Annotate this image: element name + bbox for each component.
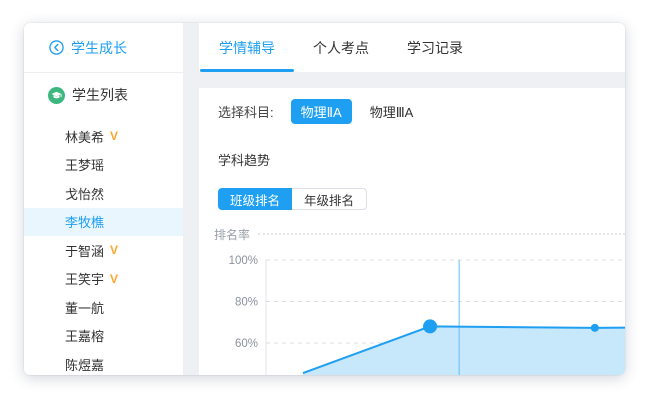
subject-select-label: 选择科目: bbox=[218, 102, 274, 121]
student-name: 董一航 bbox=[65, 298, 104, 317]
subject-chip[interactable]: 物理ⅢA bbox=[364, 99, 420, 124]
student-list-item[interactable]: 董一航 bbox=[24, 293, 183, 322]
rank-toggle-button[interactable]: 年级排名 bbox=[292, 188, 367, 210]
tab-item[interactable]: 学习记录 bbox=[388, 23, 482, 72]
subject-chip-selected[interactable]: 物理ⅡA bbox=[291, 99, 352, 124]
tab-bar: 学情辅导个人考点学习记录 bbox=[199, 23, 625, 72]
svg-text:60%: 60% bbox=[235, 338, 258, 350]
student-list-item[interactable]: 戈怡然 bbox=[24, 179, 183, 208]
rank-toggle-group: 班级排名年级排名 bbox=[218, 188, 625, 210]
dotted-rule bbox=[258, 233, 625, 235]
vip-badge: V bbox=[110, 243, 118, 257]
tab-item[interactable]: 学情辅导 bbox=[200, 23, 294, 72]
chart-ylabel-row: 排名率 bbox=[214, 228, 625, 240]
student-list-item[interactable]: 王嘉榕 bbox=[24, 322, 183, 351]
vip-badge: V bbox=[110, 129, 118, 143]
sidebar: 学生成长 学生列表 林美希 V 王梦瑶戈怡然李牧樵于智涵 V 王笑宇 V 董一航王嘉榕陈煜嘉 bbox=[24, 23, 183, 375]
student-name: 林美希 bbox=[65, 127, 104, 146]
student-name: 王嘉榕 bbox=[65, 326, 104, 345]
content-area: 选择科目: 物理ⅡA 物理ⅢA 学科趋势 班级排名年级排名 排名率 100% 80%… bbox=[199, 88, 625, 375]
graduation-cap-icon bbox=[48, 87, 65, 104]
vip-badge: V bbox=[110, 272, 118, 286]
subject-options: 物理ⅡA 物理ⅢA bbox=[274, 99, 420, 124]
trend-title: 学科趋势 bbox=[218, 150, 625, 169]
student-list-item[interactable]: 王梦瑶 bbox=[24, 151, 183, 180]
rank-toggle-button[interactable]: 班级排名 bbox=[218, 188, 292, 210]
student-name: 戈怡然 bbox=[65, 184, 104, 203]
subject-select-row: 选择科目: 物理ⅡA 物理ⅢA bbox=[218, 99, 625, 123]
back-label: 学生成长 bbox=[71, 38, 127, 58]
tabbar-divider bbox=[199, 72, 625, 88]
student-name: 李牧樵 bbox=[65, 212, 104, 231]
back-student-growth[interactable]: 学生成长 bbox=[24, 23, 183, 73]
student-list-item[interactable]: 陈煜嘉 bbox=[24, 350, 183, 375]
student-list: 林美希 V 王梦瑶戈怡然李牧樵于智涵 V 王笑宇 V 董一航王嘉榕陈煜嘉 bbox=[24, 122, 183, 375]
svg-text:80%: 80% bbox=[235, 297, 258, 309]
app-card: 学生成长 学生列表 林美希 V 王梦瑶戈怡然李牧樵于智涵 V 王笑宇 V 董一航王嘉榕陈煜嘉… bbox=[24, 23, 625, 375]
svg-text:100%: 100% bbox=[229, 255, 258, 267]
student-list-item[interactable]: 王笑宇 V bbox=[24, 265, 183, 294]
tab-item[interactable]: 个人考点 bbox=[294, 23, 388, 72]
student-list-item[interactable]: 于智涵 V bbox=[24, 236, 183, 265]
student-list-item[interactable]: 李牧樵 bbox=[24, 208, 183, 237]
student-name: 于智涵 bbox=[65, 241, 104, 260]
back-circle-icon bbox=[49, 40, 64, 55]
student-name: 陈煜嘉 bbox=[65, 355, 104, 374]
student-name: 王梦瑶 bbox=[65, 155, 104, 174]
trend-chart-svg: 100% 80% 60% bbox=[199, 240, 625, 375]
trend-chart: 100% 80% 60% bbox=[199, 240, 625, 375]
section-label: 学生列表 bbox=[72, 85, 128, 105]
student-name: 王笑宇 bbox=[65, 269, 104, 288]
student-list-item[interactable]: 林美希 V bbox=[24, 122, 183, 151]
main-panel: 学情辅导个人考点学习记录 选择科目: 物理ⅡA 物理ⅢA 学科趋势 班级排名年级排… bbox=[199, 23, 625, 375]
sidebar-gutter bbox=[183, 23, 199, 375]
student-list-section-header: 学生列表 bbox=[24, 86, 183, 104]
